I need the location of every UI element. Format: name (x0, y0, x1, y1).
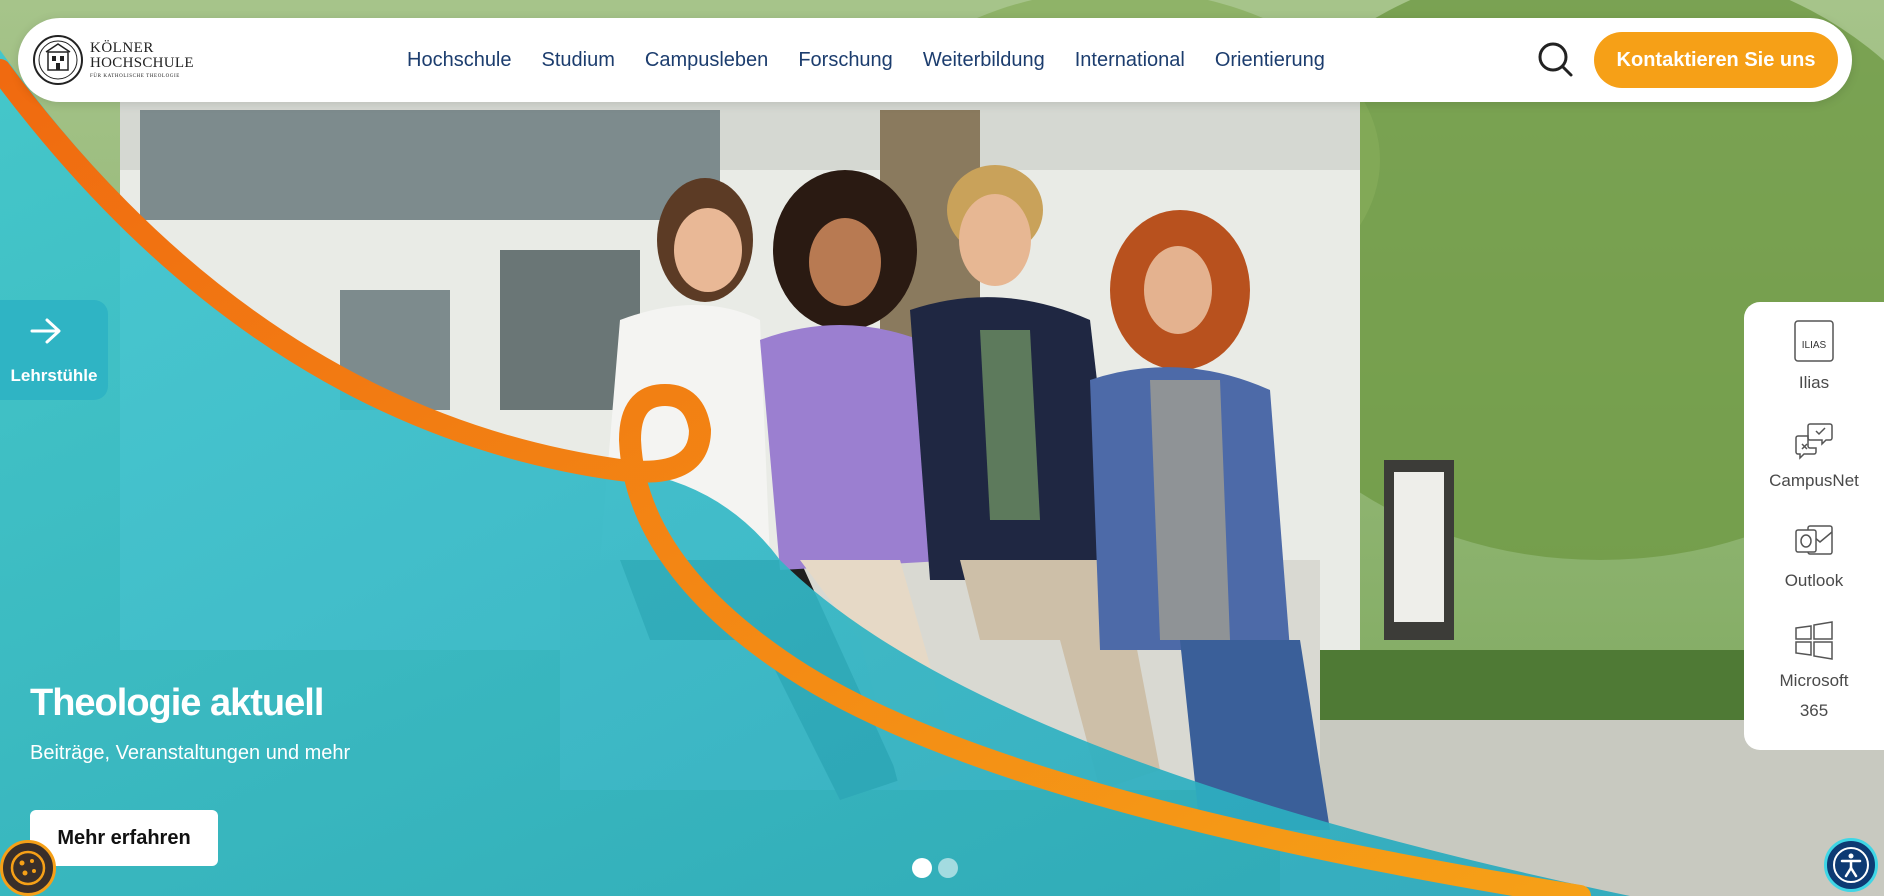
hero-slider: KÖLNER HOCHSCHULE für katholische Theolo… (0, 0, 1884, 896)
hero-subtitle: Beiträge, Veranstaltungen und mehr (30, 742, 351, 764)
service-ilias-label: Ilias (1798, 373, 1830, 392)
services-panel: ILIAS Ilias CampusNet Outlook Microsoft … (1744, 302, 1884, 750)
ilias-icon: ILIAS (1794, 320, 1834, 362)
service-campusnet-label: CampusNet (1769, 471, 1859, 490)
hero-title: Theologie aktuell (30, 682, 324, 724)
nav-item-orientierung[interactable]: Orientierung (1200, 49, 1340, 72)
cookie-icon (10, 850, 46, 886)
nav-item-international[interactable]: International (1060, 49, 1200, 72)
ilias-icon-text: ILIAS (1802, 340, 1827, 351)
service-microsoft-label: Microsoft 365 (1744, 666, 1884, 726)
chairs-tab-label: Lehrstühle (10, 366, 98, 385)
outlook-icon (1795, 525, 1833, 555)
nav-item-hochschule[interactable]: Hochschule (392, 49, 527, 72)
slider-dot-1-active[interactable] (912, 858, 932, 878)
arrow-right-icon (30, 318, 61, 344)
accessibility-button[interactable] (1824, 838, 1878, 892)
site-logo[interactable]: KÖLNER HOCHSCHULE für katholische Theolo… (32, 32, 222, 88)
service-microsoft-line-2: 365 (1799, 701, 1829, 720)
search-icon[interactable] (1536, 40, 1576, 80)
slider-dot-2[interactable] (938, 858, 958, 878)
chairs-tab[interactable]: Lehrstühle (0, 300, 108, 400)
service-campusnet[interactable]: CampusNet (1744, 420, 1884, 496)
nav-item-weiterbildung[interactable]: Weiterbildung (908, 49, 1060, 72)
service-ilias[interactable]: ILIAS Ilias (1744, 320, 1884, 398)
contact-button[interactable]: Kontaktieren Sie uns (1594, 32, 1838, 88)
nav-item-forschung[interactable]: Forschung (783, 49, 908, 72)
service-outlook-label: Outlook (1784, 571, 1844, 590)
service-microsoft-365[interactable]: Microsoft 365 (1744, 620, 1884, 726)
nav-item-studium[interactable]: Studium (527, 49, 630, 72)
primary-nav: Hochschule Studium Campusleben Forschung… (392, 18, 1340, 102)
logo-line-3: für katholische Theologie (90, 74, 180, 79)
logo-line-1: KÖLNER (90, 40, 154, 56)
learn-more-button[interactable]: Mehr erfahren (30, 810, 218, 866)
logo-line-2: HOCHSCHULE (90, 55, 194, 71)
cookie-settings-button[interactable] (0, 840, 56, 896)
seal-icon (33, 35, 83, 85)
chat-bubbles-icon (1795, 423, 1833, 460)
nav-item-campusleben[interactable]: Campusleben (630, 49, 783, 72)
accessibility-icon (1833, 847, 1869, 883)
main-navbar: KÖLNER HOCHSCHULE für katholische Theolo… (18, 18, 1852, 102)
service-outlook[interactable]: Outlook (1744, 520, 1884, 596)
service-microsoft-line-1: Microsoft (1779, 671, 1849, 690)
windows-icon (1795, 621, 1833, 660)
